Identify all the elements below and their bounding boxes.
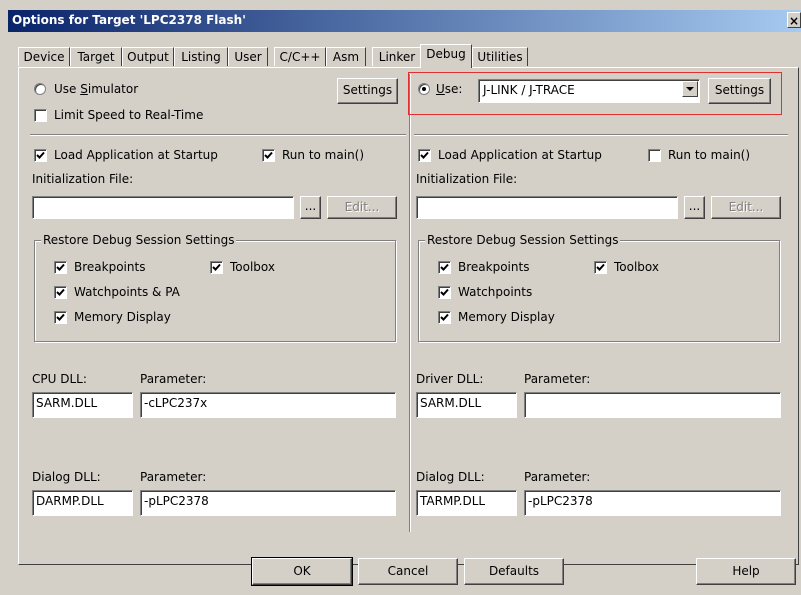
left-memory-checkbox[interactable]: [54, 311, 67, 324]
right-settings-button[interactable]: Settings: [708, 78, 771, 104]
right-toolbox-checkbox[interactable]: [594, 261, 607, 274]
tab-debug[interactable]: Debug: [420, 44, 472, 68]
left-dialog-dll-label: Dialog DLL:: [32, 470, 101, 484]
right-separator: [414, 134, 788, 136]
left-init-file-input[interactable]: [32, 196, 294, 219]
right-init-file-input[interactable]: [416, 196, 678, 219]
right-watchpoints-label: Watchpoints: [458, 285, 533, 299]
left-load-app-checkbox[interactable]: [34, 149, 47, 162]
window-title: Options for Target 'LPC2378 Flash': [12, 13, 246, 27]
tab-user[interactable]: User: [228, 47, 268, 66]
left-edit-button[interactable]: Edit...: [327, 196, 397, 219]
left-toolbox-label: Toolbox: [230, 260, 275, 274]
right-dialog-param-label: Parameter:: [524, 470, 591, 484]
driver-param-input[interactable]: [524, 392, 781, 418]
left-browse-button[interactable]: ...: [300, 196, 321, 219]
use-simulator-radio[interactable]: [34, 83, 46, 95]
right-memory-checkbox[interactable]: [438, 311, 451, 324]
driver-select[interactable]: J-LINK / J-TRACE: [478, 79, 700, 103]
left-dialog-param-input[interactable]: -pLPC2378: [140, 490, 396, 516]
help-button[interactable]: Help: [696, 558, 796, 585]
right-breakpoints-label: Breakpoints: [458, 260, 530, 274]
right-init-file-label: Initialization File:: [416, 172, 518, 186]
tab-cpp[interactable]: C/C++: [274, 47, 326, 66]
left-dialog-dll-input[interactable]: DARMP.DLL: [32, 490, 133, 516]
right-dialog-dll-label: Dialog DLL:: [416, 470, 485, 484]
chevron-down-icon[interactable]: [682, 81, 698, 97]
right-dialog-param-input[interactable]: -pLPC2378: [524, 490, 781, 516]
driver-select-value: J-LINK / J-TRACE: [483, 83, 575, 97]
left-breakpoints-checkbox[interactable]: [54, 261, 67, 274]
tab-target[interactable]: Target: [70, 47, 122, 66]
left-watchpoints-checkbox[interactable]: [54, 286, 67, 299]
left-separator: [30, 134, 406, 136]
cpu-dll-input[interactable]: SARM.DLL: [32, 392, 133, 418]
dialog-body: Device Target Output Listing User C/C++ …: [8, 32, 801, 595]
close-icon[interactable]: ×: [787, 12, 801, 28]
panel-divider: [409, 74, 411, 532]
left-watchpoints-label: Watchpoints & PA: [74, 285, 180, 299]
tab-listing[interactable]: Listing: [174, 47, 228, 66]
right-breakpoints-checkbox[interactable]: [438, 261, 451, 274]
use-simulator-label: Use Simulator: [54, 82, 139, 96]
defaults-button[interactable]: Defaults: [464, 558, 564, 585]
driver-dll-input[interactable]: SARM.DLL: [416, 392, 517, 418]
right-watchpoints-checkbox[interactable]: [438, 286, 451, 299]
left-load-app-label: Load Application at Startup: [54, 148, 218, 162]
left-run-to-main-checkbox[interactable]: [262, 149, 275, 162]
use-driver-label: Use:: [436, 82, 463, 96]
use-driver-radio[interactable]: [418, 83, 430, 95]
right-dialog-dll-input[interactable]: TARMP.DLL: [416, 490, 517, 516]
cpu-param-label: Parameter:: [140, 372, 207, 386]
right-edit-button[interactable]: Edit...: [711, 196, 781, 219]
limit-speed-checkbox[interactable]: [34, 109, 47, 122]
right-load-app-label: Load Application at Startup: [438, 148, 602, 162]
limit-speed-label: Limit Speed to Real-Time: [54, 108, 204, 122]
ok-button[interactable]: OK: [252, 558, 352, 585]
left-settings-button[interactable]: Settings: [337, 78, 398, 104]
cpu-dll-label: CPU DLL:: [32, 372, 87, 386]
right-run-to-main-checkbox[interactable]: [648, 149, 661, 162]
left-dialog-param-label: Parameter:: [140, 470, 207, 484]
left-toolbox-checkbox[interactable]: [210, 261, 223, 274]
driver-param-label: Parameter:: [524, 372, 591, 386]
options-dialog: Options for Target 'LPC2378 Flash' × Dev…: [0, 0, 801, 595]
right-restore-group-title: Restore Debug Session Settings: [425, 233, 621, 247]
right-toolbox-label: Toolbox: [614, 260, 659, 274]
left-init-file-label: Initialization File:: [32, 172, 134, 186]
left-breakpoints-label: Breakpoints: [74, 260, 146, 274]
cpu-param-input[interactable]: -cLPC237x: [140, 392, 396, 418]
right-browse-button[interactable]: ...: [684, 196, 705, 219]
left-memory-label: Memory Display: [74, 310, 171, 324]
left-run-to-main-label: Run to main(): [282, 148, 365, 162]
tab-utilities[interactable]: Utilities: [472, 47, 528, 66]
tab-device[interactable]: Device: [18, 47, 70, 66]
tab-linker[interactable]: Linker: [372, 47, 422, 66]
tab-asm[interactable]: Asm: [326, 47, 366, 66]
tab-output[interactable]: Output: [122, 47, 174, 66]
right-load-app-checkbox[interactable]: [418, 149, 431, 162]
title-bar[interactable]: Options for Target 'LPC2378 Flash' ×: [8, 10, 801, 32]
driver-dll-label: Driver DLL:: [416, 372, 484, 386]
cancel-button[interactable]: Cancel: [358, 558, 458, 585]
right-memory-label: Memory Display: [458, 310, 555, 324]
left-restore-group-title: Restore Debug Session Settings: [41, 233, 237, 247]
right-run-to-main-label: Run to main(): [668, 148, 751, 162]
